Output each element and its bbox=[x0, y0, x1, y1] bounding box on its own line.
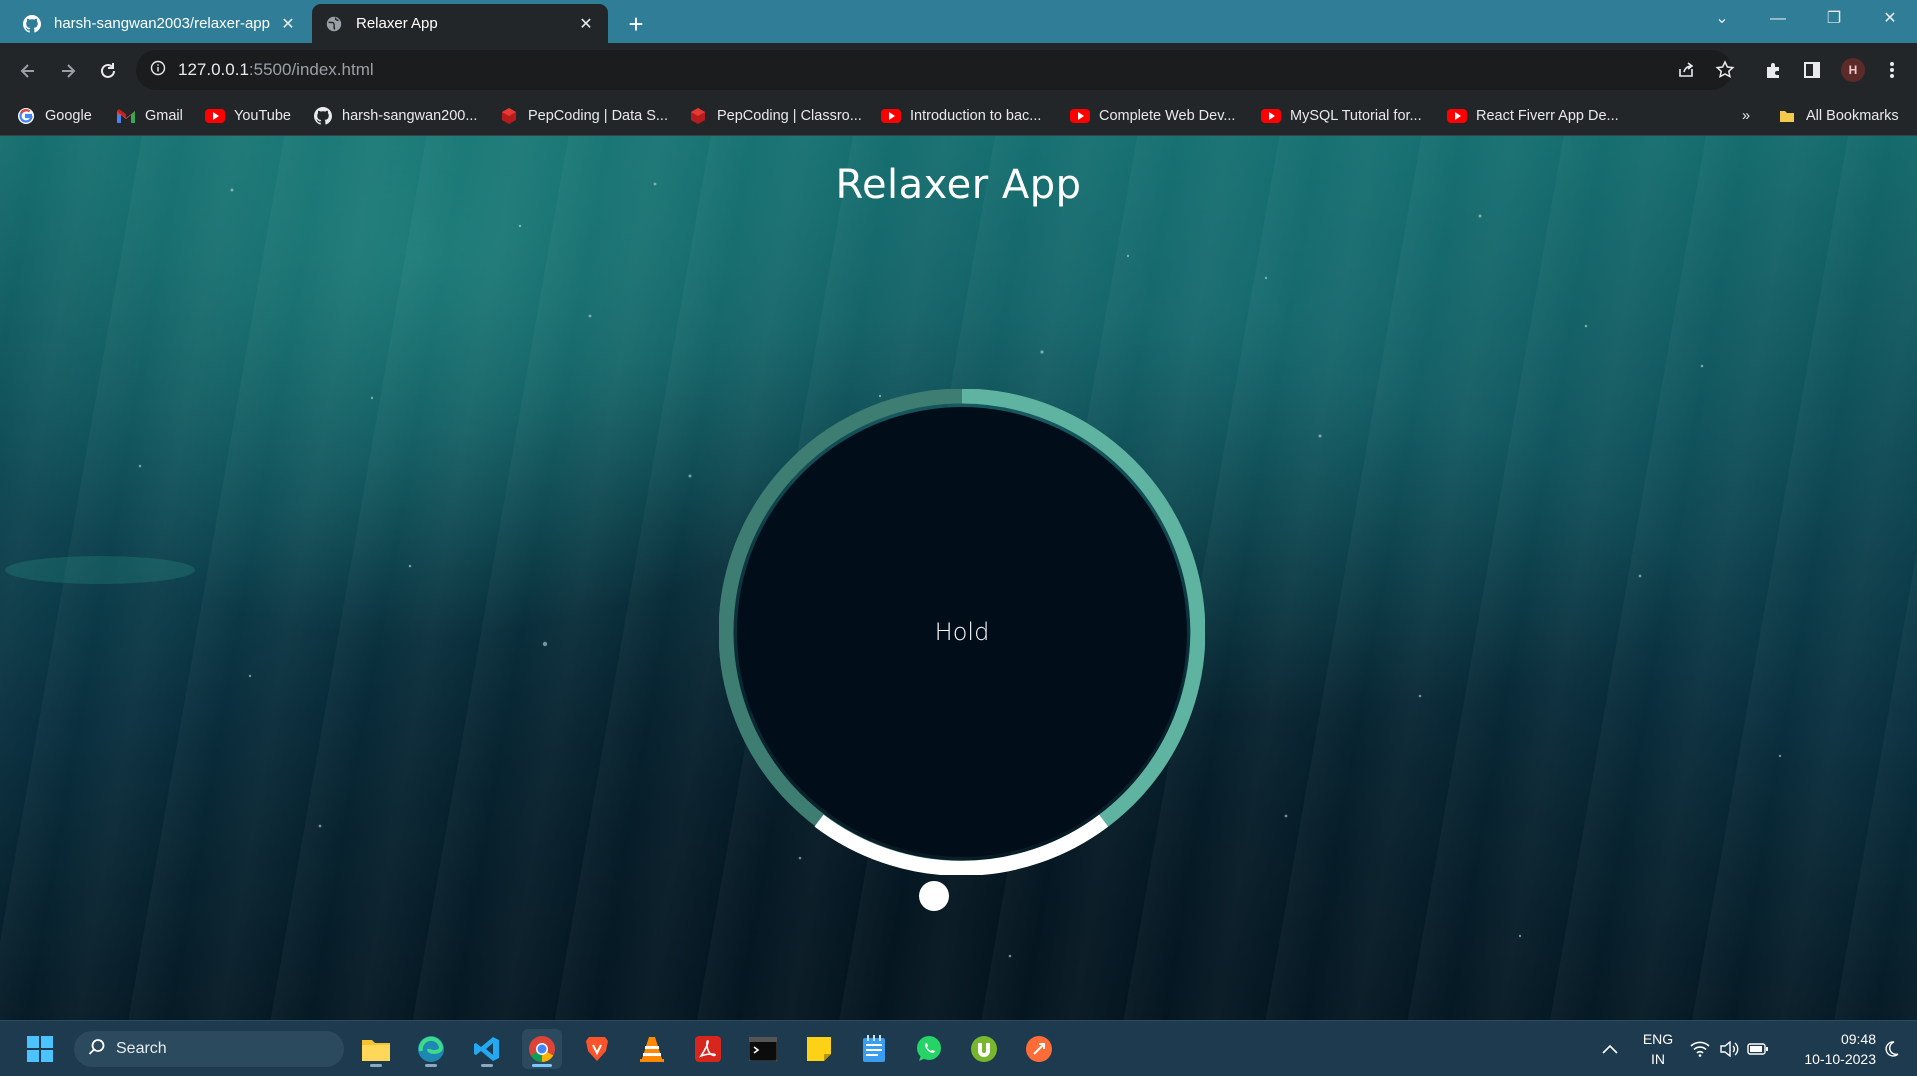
all-bookmarks-button[interactable]: All Bookmarks bbox=[1777, 104, 1899, 128]
url-text: 127.0.0.1:5500/index.html bbox=[178, 60, 374, 79]
address-bar[interactable]: 127.0.0.1:5500/index.html bbox=[136, 50, 1732, 90]
running-indicator bbox=[481, 1064, 493, 1067]
notifications-moon-icon[interactable] bbox=[1876, 1029, 1906, 1069]
tab-github-repo[interactable]: harsh-sangwan2003/relaxer-app ✕ bbox=[10, 4, 310, 43]
app-title: Relaxer App bbox=[835, 162, 1082, 208]
minimize-button[interactable]: — bbox=[1750, 0, 1806, 40]
breath-status-text: Hold bbox=[934, 618, 990, 646]
bookmark-gmail[interactable]: Gmail bbox=[116, 104, 183, 128]
share-icon[interactable] bbox=[1671, 55, 1701, 85]
bookmark-web-dev[interactable]: Complete Web Dev... bbox=[1070, 104, 1235, 128]
folder-icon bbox=[1777, 107, 1797, 125]
bookmarks-bar: Google Gmail YouTube harsh-sangwan200...… bbox=[0, 96, 1917, 136]
back-arrow-icon[interactable] bbox=[12, 55, 44, 87]
restore-button[interactable]: ❐ bbox=[1806, 0, 1862, 40]
close-tab-icon[interactable]: ✕ bbox=[278, 14, 298, 34]
brave-icon[interactable] bbox=[577, 1029, 617, 1069]
github-icon bbox=[313, 107, 333, 125]
bookmark-star-icon[interactable] bbox=[1710, 55, 1740, 85]
pepcoding-icon bbox=[499, 107, 519, 125]
bookmark-youtube[interactable]: YouTube bbox=[205, 104, 291, 128]
file-explorer-icon[interactable] bbox=[356, 1029, 396, 1069]
volume-icon[interactable] bbox=[1715, 1029, 1743, 1069]
close-tab-icon[interactable]: ✕ bbox=[576, 14, 596, 34]
bookmark-intro-backend[interactable]: Introduction to bac... bbox=[881, 104, 1041, 128]
forward-arrow-icon[interactable] bbox=[52, 55, 84, 87]
close-window-button[interactable]: ✕ bbox=[1862, 0, 1917, 40]
new-tab-button[interactable]: + bbox=[620, 8, 652, 40]
google-icon bbox=[16, 107, 36, 125]
breathing-ring: Hold bbox=[719, 389, 1205, 875]
tab-title: Relaxer App bbox=[356, 15, 438, 32]
taskbar-search-input[interactable]: Search bbox=[74, 1031, 344, 1067]
windows-start-icon[interactable] bbox=[20, 1029, 60, 1069]
vscode-icon[interactable] bbox=[467, 1029, 507, 1069]
acrobat-icon[interactable] bbox=[688, 1029, 728, 1069]
reload-icon[interactable] bbox=[92, 55, 124, 87]
bookmark-pepcoding-classroom[interactable]: PepCoding | Classro... bbox=[688, 104, 862, 128]
sticky-notes-icon[interactable] bbox=[799, 1029, 839, 1069]
side-panel-icon[interactable] bbox=[1797, 55, 1827, 85]
extensions-puzzle-icon[interactable] bbox=[1759, 55, 1789, 85]
bookmark-google[interactable]: Google bbox=[16, 104, 92, 128]
gmail-icon bbox=[116, 107, 136, 125]
terminal-icon[interactable] bbox=[743, 1029, 783, 1069]
relaxer-page: Relaxer App Hold bbox=[0, 136, 1917, 1020]
bookmarks-overflow-button[interactable]: » bbox=[1742, 104, 1750, 128]
github-icon bbox=[22, 14, 42, 34]
search-icon bbox=[88, 1038, 106, 1061]
tab-relaxer-app[interactable]: Relaxer App ✕ bbox=[312, 4, 608, 43]
notepad-icon[interactable] bbox=[854, 1029, 894, 1069]
chrome-icon[interactable] bbox=[522, 1029, 562, 1069]
running-indicator bbox=[370, 1064, 382, 1067]
youtube-icon bbox=[1261, 107, 1281, 125]
bookmark-react-fiverr[interactable]: React Fiverr App De... bbox=[1447, 104, 1619, 128]
pepcoding-icon bbox=[688, 107, 708, 125]
youtube-icon bbox=[1447, 107, 1467, 125]
tab-search-chevron-icon[interactable]: ⌄ bbox=[1694, 0, 1750, 40]
bookmark-github[interactable]: harsh-sangwan200... bbox=[313, 104, 477, 128]
running-indicator bbox=[532, 1064, 552, 1067]
globe-icon bbox=[324, 14, 344, 34]
whatsapp-icon[interactable] bbox=[909, 1029, 949, 1069]
youtube-icon bbox=[1070, 107, 1090, 125]
tab-strip: harsh-sangwan2003/relaxer-app ✕ Relaxer … bbox=[0, 0, 1917, 43]
bookmark-pepcoding-data[interactable]: PepCoding | Data S... bbox=[499, 104, 668, 128]
tab-title: harsh-sangwan2003/relaxer-app bbox=[54, 15, 270, 32]
info-icon[interactable] bbox=[150, 60, 166, 81]
language-indicator[interactable]: ENG IN bbox=[1640, 1029, 1676, 1069]
windows-taskbar: Search ENG IN 09:48 10-10-2023 bbox=[0, 1020, 1917, 1076]
profile-avatar[interactable]: H bbox=[1838, 55, 1868, 85]
youtube-icon bbox=[881, 107, 901, 125]
browser-menu-icon[interactable] bbox=[1877, 55, 1907, 85]
bookmark-mysql[interactable]: MySQL Tutorial for... bbox=[1261, 104, 1422, 128]
edge-icon[interactable] bbox=[411, 1029, 451, 1069]
running-indicator bbox=[425, 1064, 437, 1067]
battery-icon[interactable] bbox=[1744, 1029, 1772, 1069]
browser-toolbar: 127.0.0.1:5500/index.html H bbox=[0, 43, 1917, 96]
utorrent-icon[interactable] bbox=[964, 1029, 1004, 1069]
vlc-icon[interactable] bbox=[632, 1029, 672, 1069]
ring-pointer-dot bbox=[919, 881, 949, 911]
show-hidden-icons-chevron-icon[interactable] bbox=[1590, 1029, 1630, 1069]
wifi-icon[interactable] bbox=[1686, 1029, 1714, 1069]
taskbar-clock[interactable]: 09:48 10-10-2023 bbox=[1790, 1029, 1876, 1069]
youtube-icon bbox=[205, 107, 225, 125]
postman-icon[interactable] bbox=[1019, 1029, 1059, 1069]
